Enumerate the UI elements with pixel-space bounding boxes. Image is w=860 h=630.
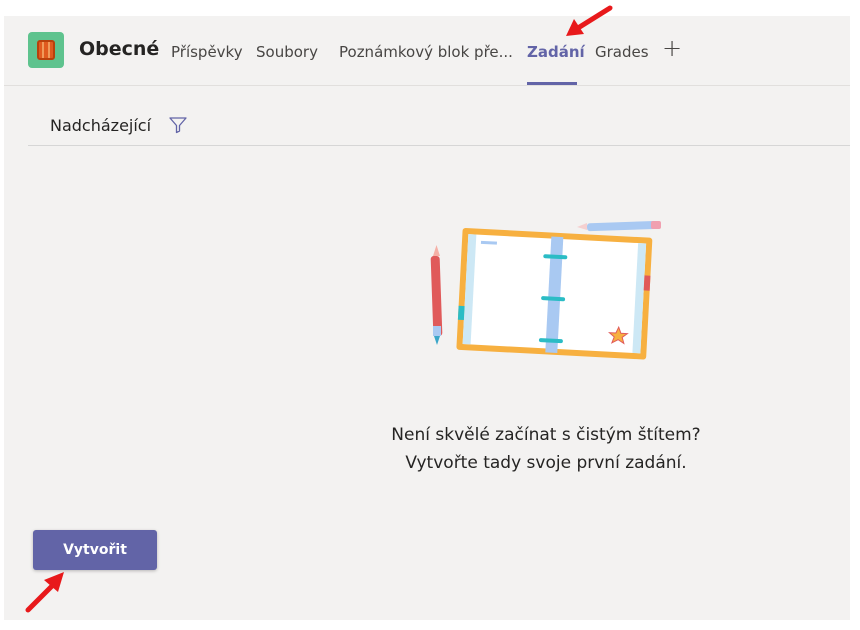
- team-logo: [28, 32, 64, 68]
- annotation-arrow-top-icon: [566, 5, 613, 36]
- filter-icon[interactable]: [168, 115, 188, 135]
- empty-state-line-2: Vytvořte tady svoje první zadání.: [405, 453, 687, 473]
- top-pencil-icon: [577, 220, 661, 232]
- tab-prispevky[interactable]: Příspěvky: [171, 43, 243, 61]
- notebook-icon: [456, 228, 653, 360]
- tab-zadani[interactable]: Zadání: [527, 43, 585, 61]
- channel-title: Obecné: [79, 38, 160, 60]
- notebook-illustration: [430, 220, 661, 360]
- channel-header: Obecné Příspěvky Soubory Poznámkový blok…: [4, 16, 850, 86]
- app-frame: Obecné Příspěvky Soubory Poznámkový blok…: [4, 16, 850, 620]
- tab-grades[interactable]: Grades: [595, 43, 649, 61]
- empty-state-line-1: Není skvělé začínat s čistým štítem?: [391, 425, 701, 445]
- create-assignment-button[interactable]: Vytvořit: [33, 530, 157, 570]
- annotation-arrow-bottom-icon: [25, 572, 64, 613]
- tab-soubory[interactable]: Soubory: [256, 43, 318, 61]
- pencil-icon: [430, 245, 443, 345]
- add-tab-icon[interactable]: +: [662, 34, 682, 62]
- team-logo-icon: [37, 40, 55, 60]
- filter-bar: Nadcházející: [28, 108, 850, 146]
- filter-label[interactable]: Nadcházející: [50, 116, 151, 135]
- empty-state-message: Není skvělé začínat s čistým štítem? Vyt…: [304, 421, 788, 477]
- tab-poznamkovy-blok[interactable]: Poznámkový blok pře...: [339, 43, 513, 61]
- active-tab-indicator: [527, 82, 577, 85]
